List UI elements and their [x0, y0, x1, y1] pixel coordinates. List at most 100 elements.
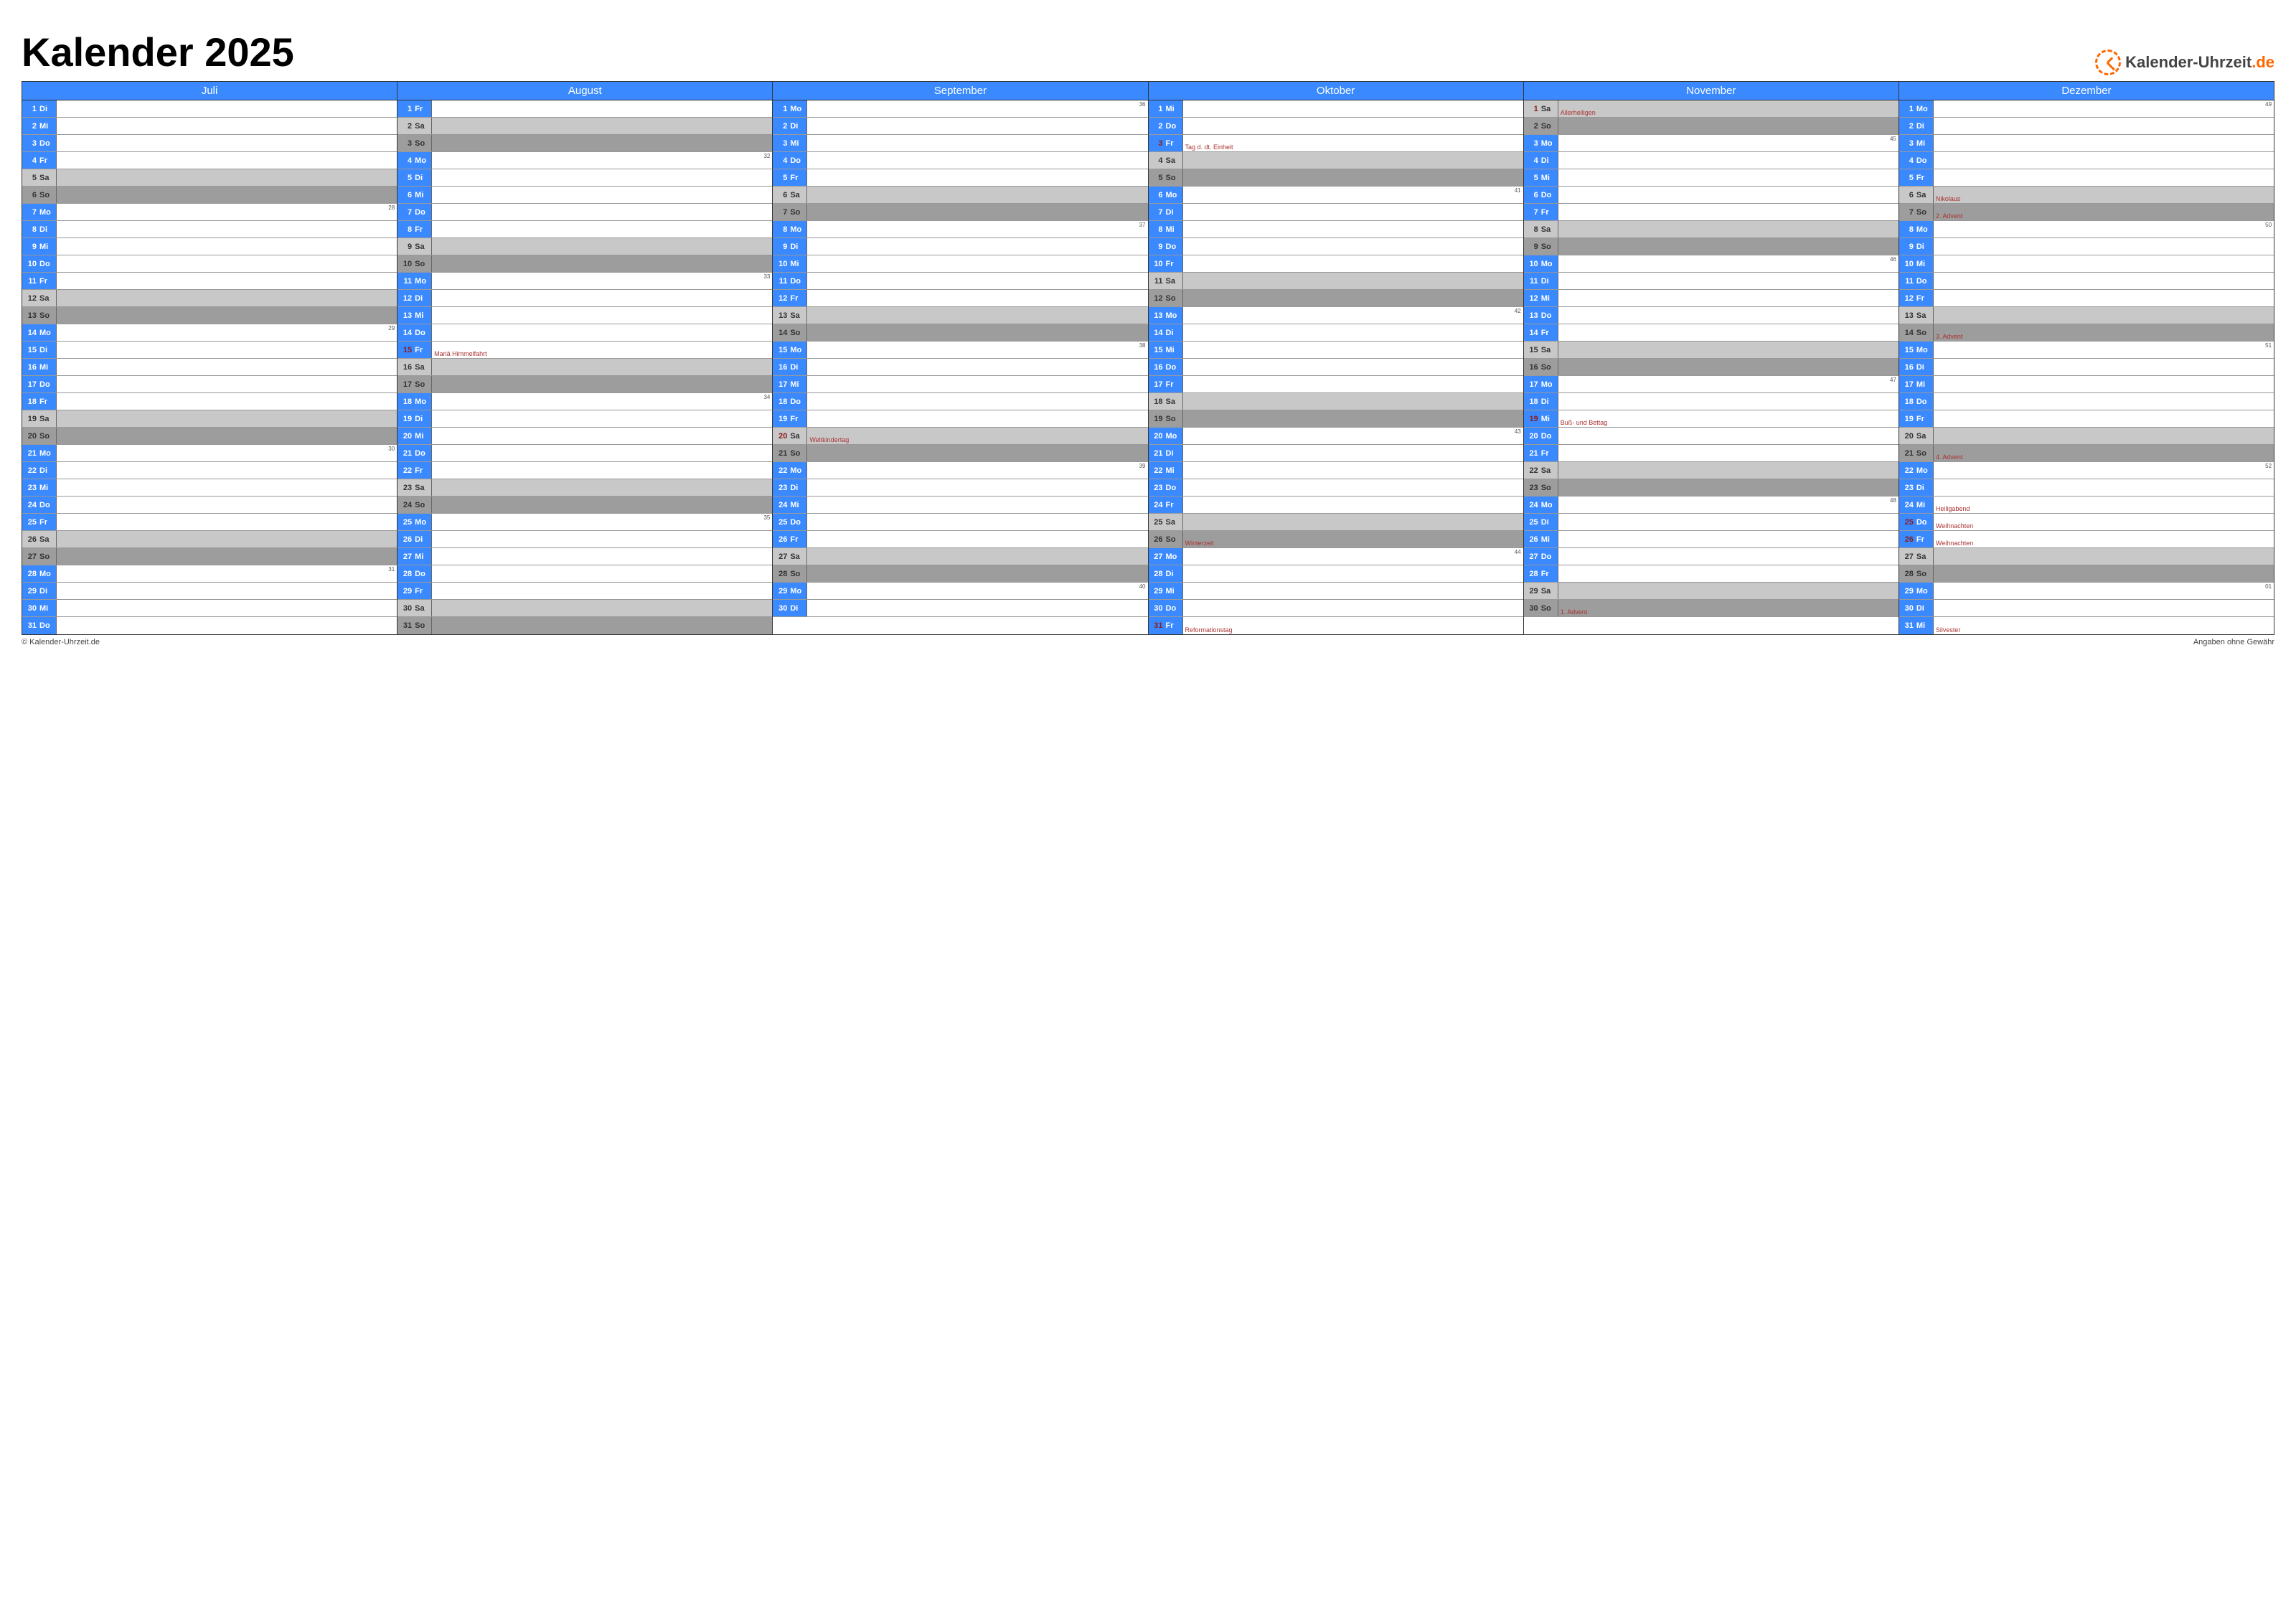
day-cell: 5Mi — [1524, 169, 1899, 187]
day-cell: 28Fr — [1524, 565, 1899, 583]
day-badge: 17So — [397, 376, 432, 392]
weekday: Mo — [790, 346, 801, 354]
day-number: 11 — [400, 277, 412, 286]
day-cell: 11Do — [773, 273, 1147, 290]
day-number: 10 — [776, 260, 787, 268]
day-cell: 19Di — [397, 410, 772, 428]
week-number: 45 — [1890, 136, 1896, 142]
weekday: Di — [1541, 518, 1549, 527]
day-number: 31 — [1152, 621, 1163, 630]
day-number: 17 — [1902, 380, 1914, 389]
week-number: 41 — [1515, 187, 1521, 194]
weekday: Sa — [1541, 105, 1551, 113]
weekday: So — [39, 552, 50, 561]
day-badge: 6Mi — [397, 187, 432, 203]
header: Kalender 2025 Kalender-Uhrzeit.de — [22, 29, 2274, 75]
day-cell: 16Do — [1149, 359, 1523, 376]
day-badge: 25Sa — [1149, 514, 1183, 530]
day-badge: 7Fr — [1524, 204, 1558, 220]
day-number: 3 — [1152, 139, 1163, 148]
day-number: 2 — [1152, 122, 1163, 131]
day-cell: 3Mo45 — [1524, 135, 1899, 152]
day-number: 7 — [776, 208, 787, 217]
day-number: 24 — [25, 501, 37, 509]
day-cell: 23Mi — [22, 479, 397, 497]
day-number: 9 — [1902, 243, 1914, 251]
day-cell: 17Mo47 — [1524, 376, 1899, 393]
clock-icon — [2095, 50, 2121, 75]
day-number: 3 — [1527, 139, 1538, 148]
day-cell: 25DoWeihnachten — [1899, 514, 2274, 531]
day-number: 7 — [400, 208, 412, 217]
day-badge: 10Fr — [1149, 255, 1183, 272]
weekday: Sa — [39, 535, 49, 544]
day-badge: 8Di — [22, 221, 57, 237]
day-number: 2 — [1527, 122, 1538, 131]
day-badge: 30So — [1524, 600, 1558, 616]
weekday: Di — [790, 363, 798, 372]
day-number: 26 — [400, 535, 412, 544]
day-badge: 13Sa — [1899, 307, 1934, 324]
weekday: Mo — [1916, 587, 1928, 596]
weekday: Do — [790, 397, 801, 406]
day-cell: 26FrWeihnachten — [1899, 531, 2274, 548]
day-number: 18 — [1152, 397, 1163, 406]
day-cell: 28So — [773, 565, 1147, 583]
day-number: 22 — [1152, 466, 1163, 475]
day-badge: 14Fr — [1524, 324, 1558, 341]
day-badge: 26Fr — [773, 531, 807, 547]
day-cell: 28So — [1899, 565, 2274, 583]
day-number: 1 — [776, 105, 787, 113]
day-badge: 20Mo — [1149, 428, 1183, 444]
weekday: Sa — [1166, 156, 1175, 165]
month-column: Oktober1Mi2Do3FrTag d. dt. Einheit4Sa5So… — [1149, 82, 1524, 634]
day-cell: 6Mo41 — [1149, 187, 1523, 204]
weekday: So — [1916, 449, 1926, 458]
day-number: 1 — [1152, 105, 1163, 113]
day-number: 24 — [1152, 501, 1163, 509]
weekday: Sa — [1541, 587, 1551, 596]
day-badge: 23Mi — [22, 479, 57, 496]
day-badge: 28Do — [397, 565, 432, 582]
day-cell: 1Mo36 — [773, 100, 1147, 118]
day-number: 6 — [1527, 191, 1538, 199]
day-badge: 9Sa — [397, 238, 432, 255]
day-badge: 20Mi — [397, 428, 432, 444]
weekday: Sa — [790, 191, 799, 199]
weekday: Fr — [39, 518, 47, 527]
day-number: 14 — [1152, 329, 1163, 337]
day-number: 29 — [400, 587, 412, 596]
day-badge: 25Do — [773, 514, 807, 530]
day-number: 9 — [25, 243, 37, 251]
weekday: Fr — [1166, 260, 1174, 268]
day-number: 11 — [1152, 277, 1163, 286]
day-badge: 23Do — [1149, 479, 1183, 496]
day-note: Winterzeit — [1183, 540, 1214, 547]
day-number: 14 — [25, 329, 37, 337]
day-number: 5 — [25, 174, 37, 182]
day-number: 23 — [400, 484, 412, 492]
day-number: 18 — [776, 397, 787, 406]
day-badge: 10Mi — [1899, 255, 1934, 272]
weekday: Fr — [790, 415, 798, 423]
weekday: Di — [415, 174, 423, 182]
day-number: 20 — [1152, 432, 1163, 441]
day-badge: 2Do — [1149, 118, 1183, 134]
weekday: Mi — [1166, 225, 1175, 234]
day-cell: 23So — [1524, 479, 1899, 497]
day-cell: 4Fr — [22, 152, 397, 169]
day-cell: 11Fr — [22, 273, 397, 290]
day-number: 29 — [1902, 587, 1914, 596]
day-number: 3 — [400, 139, 412, 148]
weekday: Do — [790, 518, 801, 527]
week-number: 35 — [763, 514, 770, 521]
day-number: 14 — [776, 329, 787, 337]
day-badge: 22Di — [22, 462, 57, 479]
day-badge: 6So — [22, 187, 57, 203]
weekday: Fr — [1541, 570, 1549, 578]
day-cell: 23Do — [1149, 479, 1523, 497]
day-badge: 21Di — [1149, 445, 1183, 461]
week-number: 52 — [2265, 463, 2272, 469]
day-number: 21 — [25, 449, 37, 458]
weekday: Sa — [415, 484, 424, 492]
